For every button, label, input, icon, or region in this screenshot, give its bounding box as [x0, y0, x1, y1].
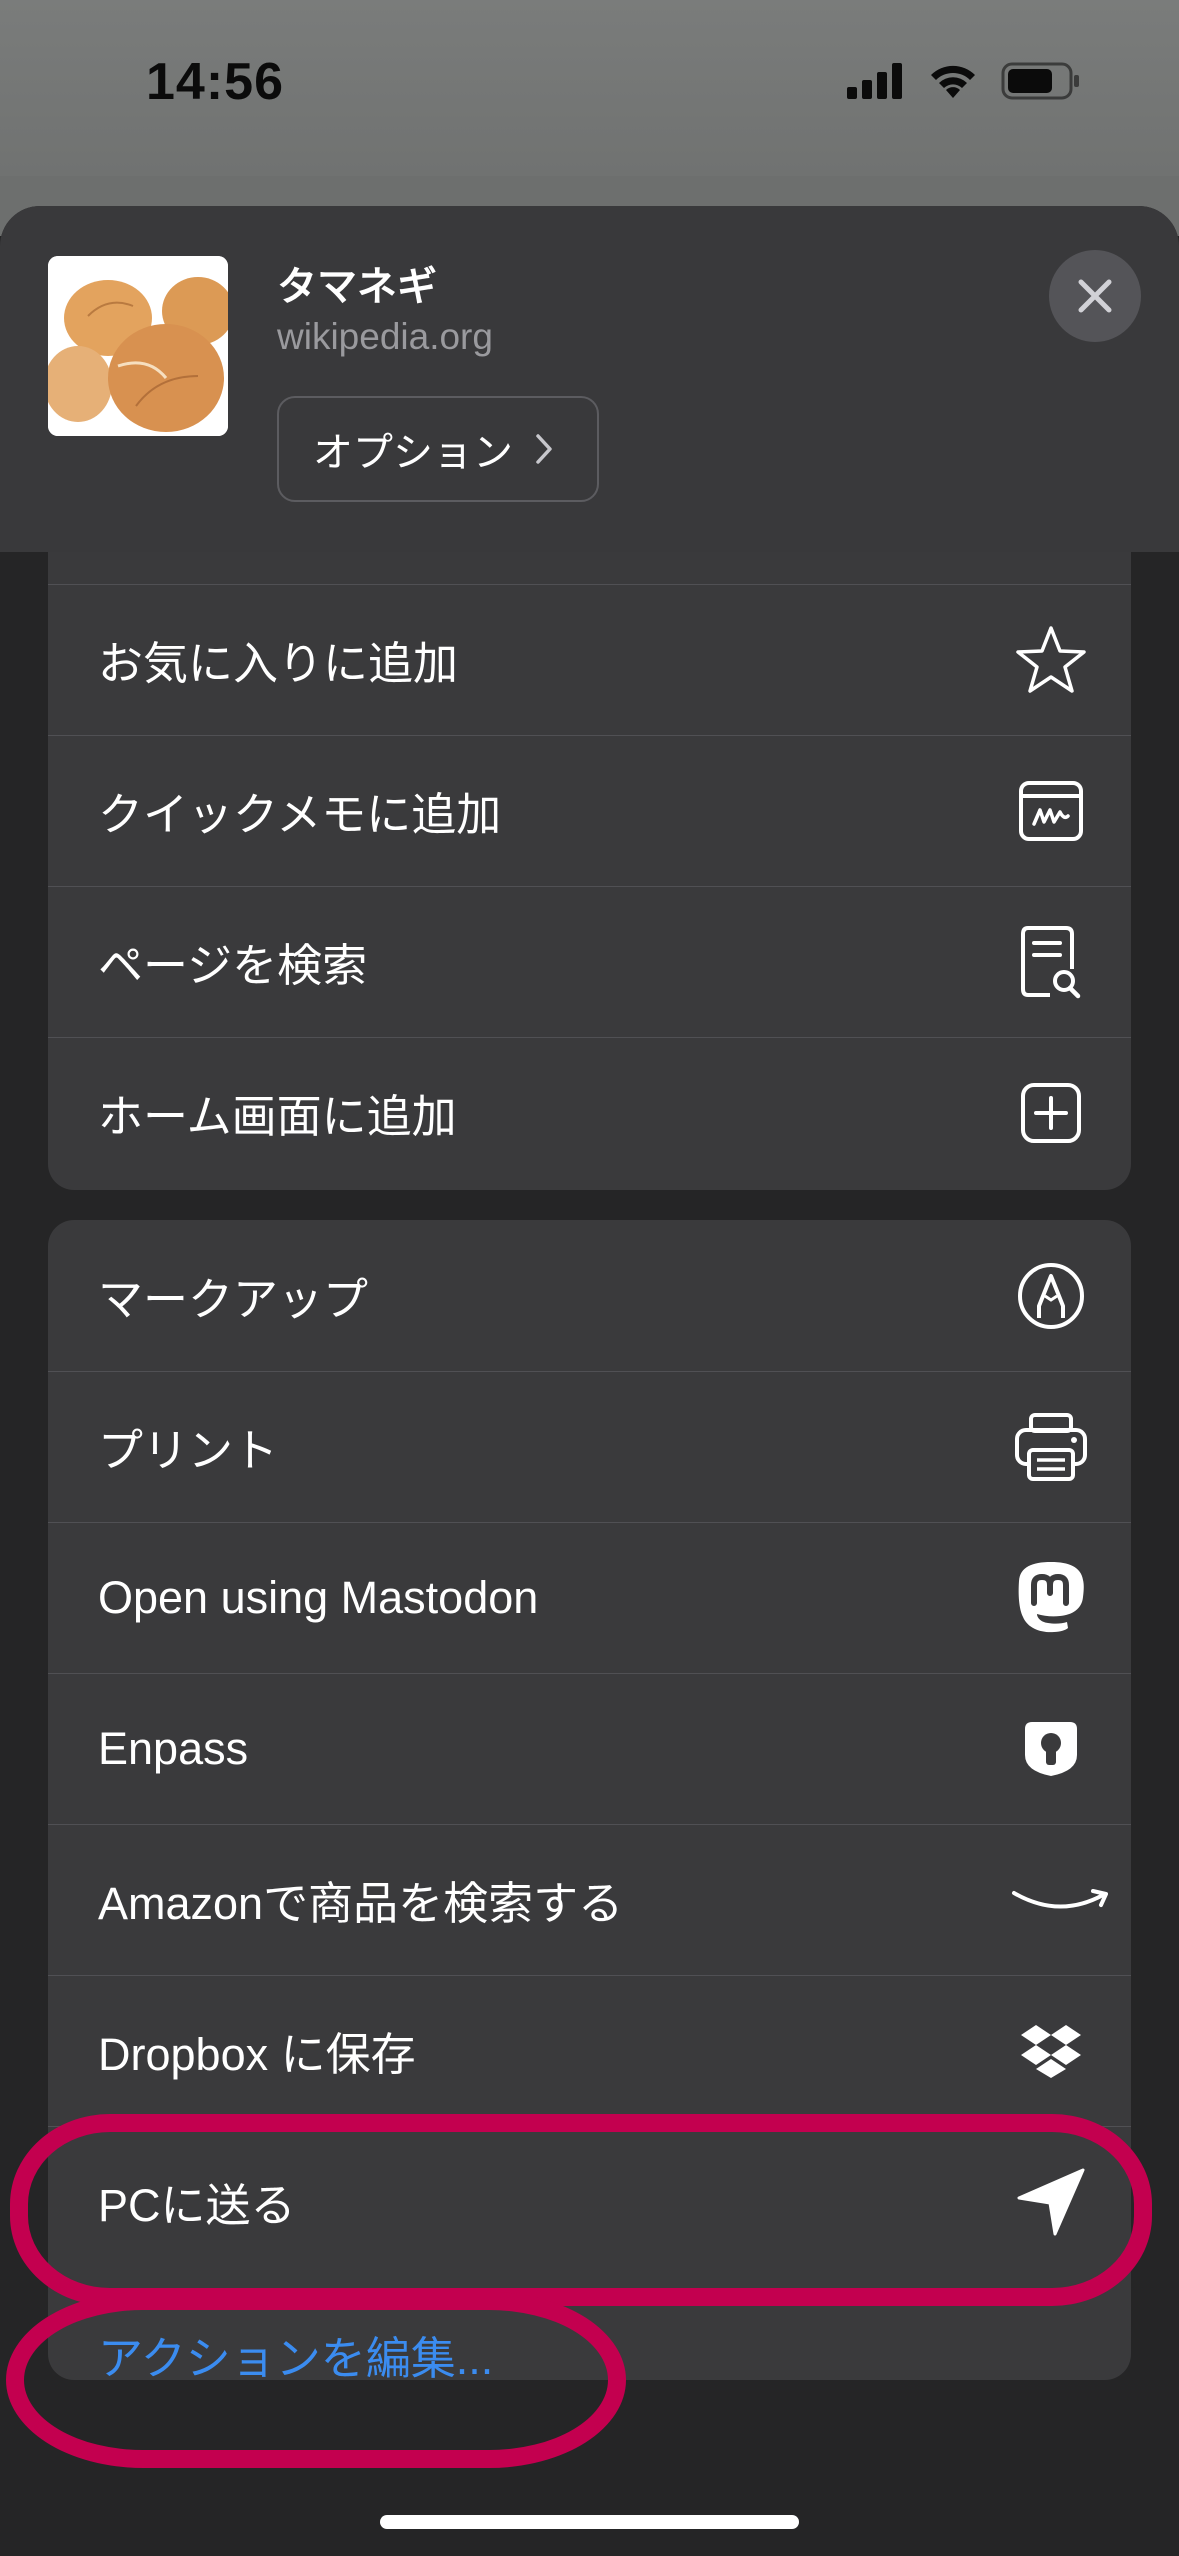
- action-amazon-search[interactable]: Amazonで商品を検索する: [48, 1824, 1131, 1975]
- action-label: Enpass: [98, 1722, 249, 1774]
- share-sheet: タマネギ wikipedia.org オプション お気に入りに追加 クイックメモ…: [0, 206, 1179, 2556]
- printer-icon: [1011, 1407, 1091, 1487]
- action-enpass[interactable]: Enpass: [48, 1673, 1131, 1824]
- action-markup[interactable]: マークアップ: [48, 1220, 1131, 1371]
- action-dropbox-save[interactable]: Dropbox に保存: [48, 1975, 1131, 2126]
- mastodon-icon: [1011, 1558, 1091, 1638]
- find-on-page-icon: [1011, 922, 1091, 1002]
- send-arrow-icon: [1011, 2162, 1091, 2242]
- action-label: Amazonで商品を検索する: [98, 1878, 624, 1929]
- action-label: ページを検索: [98, 940, 368, 991]
- options-label: オプション: [313, 431, 513, 475]
- chevron-right-icon: [536, 434, 552, 464]
- wifi-icon: [931, 65, 975, 98]
- enpass-icon: [1011, 1709, 1091, 1789]
- status-time: 14:56: [146, 53, 284, 111]
- action-find-on-page[interactable]: ページを検索: [48, 886, 1131, 1037]
- action-print[interactable]: プリント: [48, 1371, 1131, 1522]
- dropbox-icon: [1011, 2011, 1091, 2091]
- star-icon: [1011, 620, 1091, 700]
- action-add-favorite[interactable]: お気に入りに追加: [48, 584, 1131, 735]
- status-icons: [847, 62, 1081, 100]
- action-label: Dropbox に保存: [98, 2029, 416, 2080]
- options-button[interactable]: オプション: [277, 396, 599, 502]
- edit-actions-link[interactable]: アクションを編集...: [98, 2322, 493, 2387]
- action-label: クイックメモに追加: [98, 789, 502, 840]
- share-header: タマネギ wikipedia.org オプション: [0, 206, 1179, 552]
- add-square-icon: [1011, 1073, 1091, 1153]
- amazon-smile-icon: [1011, 1860, 1111, 1940]
- quick-note-icon: [1011, 771, 1091, 851]
- close-button[interactable]: [1049, 250, 1141, 342]
- battery-icon: [1001, 62, 1079, 100]
- markup-pen-icon: [1011, 1256, 1091, 1336]
- action-label: プリント: [98, 1425, 279, 1476]
- action-label: お気に入りに追加: [98, 638, 459, 689]
- action-label: PCに送る: [98, 2180, 296, 2231]
- action-label: マークアップ: [98, 1274, 369, 1325]
- page-url: wikipedia.org: [277, 316, 493, 357]
- action-label: Open using Mastodon: [98, 1571, 539, 1623]
- action-add-home-screen[interactable]: ホーム画面に追加: [48, 1037, 1131, 1188]
- cellular-signal-icon: [847, 63, 902, 99]
- action-group-2: マークアップ プリント Open using Mastodon Enpass A…: [48, 1220, 1131, 2380]
- action-open-mastodon[interactable]: Open using Mastodon: [48, 1522, 1131, 1673]
- action-send-to-pc[interactable]: PCに送る: [48, 2126, 1131, 2277]
- action-label: ホーム画面に追加: [98, 1091, 457, 1142]
- home-indicator[interactable]: [380, 2515, 799, 2529]
- onion-thumbnail-image: [48, 256, 228, 436]
- action-group-1: お気に入りに追加 クイックメモに追加 ページを検索 ホーム画面に追加: [48, 552, 1131, 1190]
- page-thumbnail: [48, 256, 228, 436]
- close-icon: [1078, 279, 1112, 313]
- page-title: タマネギ: [277, 265, 437, 309]
- action-add-quick-note[interactable]: クイックメモに追加: [48, 735, 1131, 886]
